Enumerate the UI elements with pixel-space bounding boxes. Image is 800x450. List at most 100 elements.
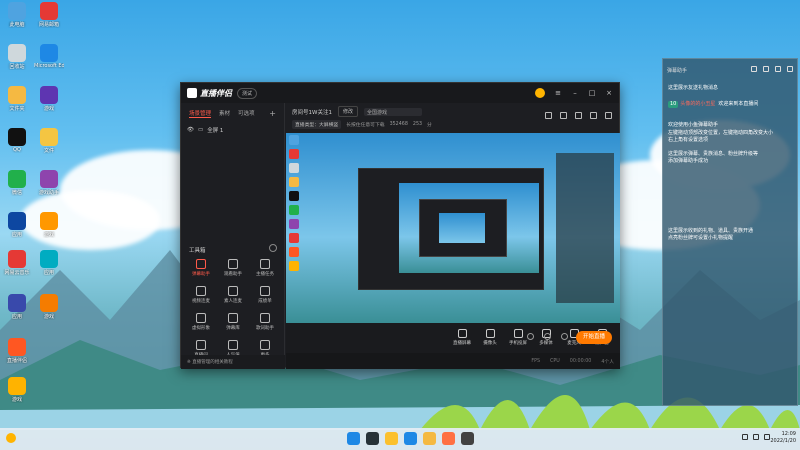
weather-icon <box>6 433 16 443</box>
desktop-icon[interactable]: Microsoft Edge <box>34 44 64 69</box>
app-icon[interactable] <box>461 432 474 445</box>
minimize-icon[interactable]: – <box>571 89 579 97</box>
source-icon <box>513 329 523 338</box>
user-icon[interactable] <box>575 112 582 119</box>
danmaku-message: 这里展示弹幕、贵族消息、粉丝牌升级等 <box>663 151 797 159</box>
rotate-icon[interactable] <box>544 333 551 340</box>
desktop-icon[interactable]: 网易云音乐 <box>2 250 32 276</box>
danmaku-body: 欢迎来到本直播间 <box>718 100 759 107</box>
desktop-icon[interactable]: QQ <box>2 128 32 153</box>
tab-scenes[interactable]: 场景管理 <box>189 109 212 118</box>
tool-item[interactable]: 弹幕库 <box>217 313 249 331</box>
tab-options[interactable]: 可选项 <box>238 109 255 118</box>
app-icon <box>8 294 26 312</box>
desktop-icon[interactable]: 游戏 <box>34 86 64 112</box>
desktop-icon[interactable]: 文件夹 <box>2 86 32 112</box>
weather-widget[interactable] <box>6 433 16 443</box>
maximize-icon[interactable]: □ <box>588 89 596 97</box>
desktop-icon[interactable]: 游戏 <box>34 294 64 320</box>
pin-icon[interactable] <box>751 66 757 72</box>
desktop-icon-label: 应用 <box>43 270 54 276</box>
tool-item[interactable]: 主播任务 <box>249 259 281 277</box>
stream-preview[interactable] <box>286 133 620 323</box>
source-button[interactable]: 摄像头 <box>476 329 504 346</box>
desktop-icon-label: 文件夹 <box>9 106 25 112</box>
tool-item[interactable]: 虚拟形象 <box>185 313 217 331</box>
tools-grid: 弹幕助手观看助手主播任务视频连麦素人连麦成绩单虚拟形象弹幕库歌词助手直播间人气值… <box>185 259 281 358</box>
room-info-item: 253 <box>412 122 423 127</box>
app-titlebar[interactable]: 直播伴侣 测试 ≡ – □ × <box>181 83 619 103</box>
tool-item[interactable]: 视频连麦 <box>185 286 217 304</box>
tool-item[interactable]: 素人连麦 <box>217 286 249 304</box>
danmaku-header[interactable]: 弹幕助手 <box>663 59 797 81</box>
edit-room-button[interactable]: 修改 <box>337 106 358 117</box>
start-live-button[interactable]: 开始直播 <box>576 331 612 344</box>
desktop-icon[interactable]: 游戏助手 <box>34 170 64 196</box>
clock[interactable]: 12:09 2022/1/20 <box>770 431 796 445</box>
tool-item[interactable]: 歌词助手 <box>249 313 281 331</box>
desktop-icon-label: 游戏 <box>11 397 22 403</box>
app-icon <box>40 294 58 312</box>
volume-icon[interactable] <box>753 434 759 440</box>
tab-materials[interactable]: 素材 <box>219 109 230 118</box>
more-tools-icon[interactable] <box>269 244 277 252</box>
close-icon[interactable] <box>787 66 793 72</box>
taskbar: 12:09 2022/1/20 <box>0 428 800 450</box>
gift-icon[interactable] <box>545 112 552 119</box>
lock-icon[interactable] <box>763 66 769 72</box>
tool-label: 观看助手 <box>224 272 242 277</box>
snapshot-icon[interactable] <box>561 333 568 340</box>
taskbar-apps <box>347 432 474 445</box>
close-icon[interactable]: × <box>605 89 613 97</box>
tool-item[interactable]: 弹幕助手 <box>185 259 217 277</box>
tool-item[interactable]: 观看助手 <box>217 259 249 277</box>
room-actions <box>545 112 612 119</box>
desktop-icon[interactable]: 游戏 <box>2 377 32 403</box>
desktop-icon[interactable]: 此电脑 <box>2 2 32 28</box>
scene-item[interactable]: 👁 ▭ 全屏 1 <box>181 124 284 136</box>
folder-icon[interactable] <box>423 432 436 445</box>
preview-recursive-window <box>358 168 544 290</box>
fan-badge: 10 <box>668 100 679 108</box>
desktop-icon-label: 游戏助手 <box>38 190 59 196</box>
app-icon <box>8 2 26 20</box>
danmaku-panel[interactable]: 弹幕助手 这里展示友送礼物消息 10 头像的的小丑星 欢迎来到本直播间 欢迎使用小鱼弹幕… <box>662 58 798 406</box>
source-button[interactable]: 直播屏幕 <box>448 329 476 346</box>
settings-icon[interactable] <box>775 66 781 72</box>
tool-label: 成绩单 <box>258 299 272 304</box>
settings-icon[interactable] <box>605 112 612 119</box>
desktop-icon[interactable]: 网易邮箱 <box>34 2 64 28</box>
start-icon[interactable] <box>347 432 360 445</box>
chrome-icon[interactable] <box>385 432 398 445</box>
danmaku-text: 这里展示收到的礼物、道具、贵族开通 <box>668 227 754 234</box>
lock-icon[interactable] <box>560 112 567 119</box>
version-badge[interactable]: 测试 <box>237 87 258 99</box>
eye-icon[interactable]: 👁 <box>187 127 194 133</box>
desktop-icon[interactable]: 文件 <box>34 128 64 154</box>
menu-icon[interactable]: ≡ <box>554 89 562 97</box>
help-footer[interactable]: ※ 直播管理的相关教程 <box>181 355 285 369</box>
user-name[interactable]: 头像的的小丑星 <box>680 101 715 107</box>
desktop-icon[interactable]: 应用 <box>2 212 32 238</box>
desktop-icon[interactable]: 应用 <box>34 250 64 276</box>
desktop-icon[interactable]: 直播伴侣 <box>2 338 32 364</box>
desktop-icon[interactable]: 微信 <box>2 170 32 196</box>
battery-icon[interactable] <box>764 434 770 440</box>
category-input[interactable]: 全国游戏 <box>363 107 422 116</box>
desktop-icon[interactable]: 回收站 <box>2 44 32 70</box>
desktop-icon[interactable]: 应用 <box>2 294 32 320</box>
edge-icon[interactable] <box>404 432 417 445</box>
mini-controls <box>527 333 568 340</box>
desktop-icon-label: 游戏 <box>43 106 54 112</box>
tool-item[interactable]: 成绩单 <box>249 286 281 304</box>
app-icon <box>40 250 58 268</box>
add-icon[interactable]: + <box>269 109 276 118</box>
share-icon[interactable] <box>590 112 597 119</box>
desktop-icon[interactable]: 游戏 <box>34 212 64 238</box>
user-avatar[interactable] <box>535 88 545 98</box>
search-icon[interactable] <box>366 432 379 445</box>
record-icon[interactable] <box>527 333 534 340</box>
game-icon[interactable] <box>442 432 455 445</box>
network-icon[interactable] <box>742 434 748 440</box>
danmaku-text: 欢迎使用小鱼弹幕助手 <box>668 122 719 128</box>
